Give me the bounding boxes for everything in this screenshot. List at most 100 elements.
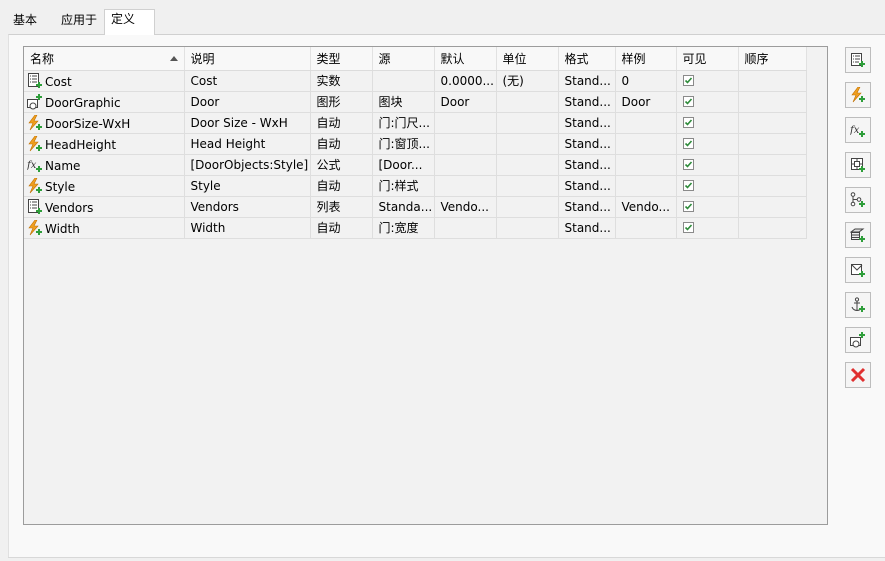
cell-description[interactable]: Vendors	[184, 196, 311, 218]
visible-checkbox[interactable]	[682, 179, 694, 191]
cell-source[interactable]: Standa...	[372, 196, 435, 218]
column-header-format[interactable]: 格式	[558, 47, 616, 71]
cell-format[interactable]: Stand...	[558, 196, 616, 218]
cell-example[interactable]	[615, 112, 677, 134]
table-row[interactable]: Style Style 自动 门:样式 Stand...	[24, 175, 807, 197]
cell-default[interactable]: Door	[434, 91, 497, 113]
cell-order[interactable]	[738, 91, 807, 113]
delete-property-button[interactable]	[845, 362, 871, 388]
cell-name[interactable]: Vendors	[24, 196, 185, 218]
cell-format[interactable]: Stand...	[558, 91, 616, 113]
cell-description[interactable]: Style	[184, 175, 311, 197]
add-classification-property-button[interactable]	[845, 187, 871, 213]
cell-units[interactable]	[496, 91, 559, 113]
cell-name[interactable]: HeadHeight	[24, 133, 185, 155]
cell-example[interactable]	[615, 133, 677, 155]
cell-default[interactable]	[434, 133, 497, 155]
column-header-name[interactable]: 名称	[24, 47, 185, 71]
cell-units[interactable]	[496, 196, 559, 218]
column-header-description[interactable]: 说明	[184, 47, 311, 71]
cell-default[interactable]	[434, 112, 497, 134]
column-header-type[interactable]: 类型	[310, 47, 373, 71]
cell-type[interactable]: 图形	[310, 91, 373, 113]
cell-order[interactable]	[738, 112, 807, 134]
cell-units[interactable]	[496, 133, 559, 155]
column-header-order[interactable]: 顺序	[738, 47, 807, 71]
table-row[interactable]: Vendors Vendors 列表 Standa... Vendo... Stand..…	[24, 196, 807, 218]
cell-source[interactable]: 图块	[372, 91, 435, 113]
cell-example[interactable]	[615, 175, 677, 197]
add-anchor-property-button[interactable]	[845, 292, 871, 318]
cell-name[interactable]: DoorSize-WxH	[24, 112, 185, 134]
table-row[interactable]: DoorSize-WxH Door Size - WxH 自动 门:门尺... Stan…	[24, 112, 807, 134]
cell-units[interactable]	[496, 175, 559, 197]
column-header-default[interactable]: 默认	[434, 47, 497, 71]
column-header-example[interactable]: 样例	[615, 47, 677, 71]
column-header-visible[interactable]: 可见	[676, 47, 739, 71]
cell-order[interactable]	[738, 217, 807, 239]
cell-source[interactable]: [Door...	[372, 154, 435, 176]
table-row[interactable]: fx Name [DoorObjects:Style] 公式 [Door... Stand…	[24, 154, 807, 176]
table-row[interactable]: DoorGraphic Door 图形 图块 Door Stand... Door	[24, 91, 807, 113]
add-formula-property-button[interactable]: fx	[845, 117, 871, 143]
column-header-units[interactable]: 单位	[496, 47, 559, 71]
tab-definition[interactable]: 定义	[104, 9, 155, 35]
cell-name[interactable]: Cost	[24, 70, 185, 92]
cell-order[interactable]	[738, 154, 807, 176]
tab-applies-to[interactable]: 应用于	[55, 11, 105, 32]
cell-units[interactable]	[496, 154, 559, 176]
cell-order[interactable]	[738, 175, 807, 197]
property-definitions-grid[interactable]: 名称 说明 类型 源 默认 单位 格式 样例 可见 顺序 Cost Cost 实数 0…	[23, 46, 828, 525]
cell-description[interactable]: Cost	[184, 70, 311, 92]
cell-example[interactable]: Door	[615, 91, 677, 113]
cell-format[interactable]: Stand...	[558, 175, 616, 197]
cell-format[interactable]: Stand...	[558, 70, 616, 92]
add-auto-property-button[interactable]	[845, 82, 871, 108]
cell-example[interactable]	[615, 154, 677, 176]
visible-checkbox[interactable]	[682, 137, 694, 149]
cell-default[interactable]: 0.0000...	[434, 70, 497, 92]
cell-format[interactable]: Stand...	[558, 217, 616, 239]
visible-checkbox[interactable]	[682, 74, 694, 86]
cell-format[interactable]: Stand...	[558, 112, 616, 134]
visible-checkbox[interactable]	[682, 95, 694, 107]
cell-type[interactable]: 自动	[310, 133, 373, 155]
cell-units[interactable]	[496, 112, 559, 134]
cell-default[interactable]	[434, 154, 497, 176]
column-header-source[interactable]: 源	[372, 47, 435, 71]
cell-type[interactable]: 实数	[310, 70, 373, 92]
add-block-property-button[interactable]	[845, 327, 871, 353]
cell-order[interactable]	[738, 196, 807, 218]
cell-format[interactable]: Stand...	[558, 154, 616, 176]
cell-type[interactable]: 自动	[310, 175, 373, 197]
cell-default[interactable]: Vendo...	[434, 196, 497, 218]
cell-default[interactable]	[434, 217, 497, 239]
add-location-property-button[interactable]	[845, 152, 871, 178]
cell-description[interactable]: Head Height	[184, 133, 311, 155]
cell-name[interactable]: Width	[24, 217, 185, 239]
cell-example[interactable]	[615, 217, 677, 239]
add-material-property-button[interactable]	[845, 222, 871, 248]
table-row[interactable]: HeadHeight Head Height 自动 门:窗顶... Stand...	[24, 133, 807, 155]
cell-description[interactable]: [DoorObjects:Style]	[184, 154, 311, 176]
cell-name[interactable]: Style	[24, 175, 185, 197]
cell-name[interactable]: DoorGraphic	[24, 91, 185, 113]
add-graphic-property-button[interactable]	[845, 257, 871, 283]
visible-checkbox[interactable]	[682, 221, 694, 233]
add-manual-property-button[interactable]	[845, 47, 871, 73]
cell-order[interactable]	[738, 133, 807, 155]
cell-source[interactable]: 门:宽度	[372, 217, 435, 239]
cell-type[interactable]: 公式	[310, 154, 373, 176]
cell-source[interactable]: 门:门尺...	[372, 112, 435, 134]
cell-order[interactable]	[738, 70, 807, 92]
visible-checkbox[interactable]	[682, 158, 694, 170]
cell-description[interactable]: Width	[184, 217, 311, 239]
cell-type[interactable]: 列表	[310, 196, 373, 218]
table-row[interactable]: Width Width 自动 门:宽度 Stand...	[24, 217, 807, 239]
cell-source[interactable]	[372, 70, 435, 92]
cell-units[interactable]: (无)	[496, 70, 559, 92]
cell-name[interactable]: fx Name	[24, 154, 185, 176]
cell-default[interactable]	[434, 175, 497, 197]
cell-units[interactable]	[496, 217, 559, 239]
table-row[interactable]: Cost Cost 实数 0.0000... (无) Stand... 0	[24, 70, 807, 92]
